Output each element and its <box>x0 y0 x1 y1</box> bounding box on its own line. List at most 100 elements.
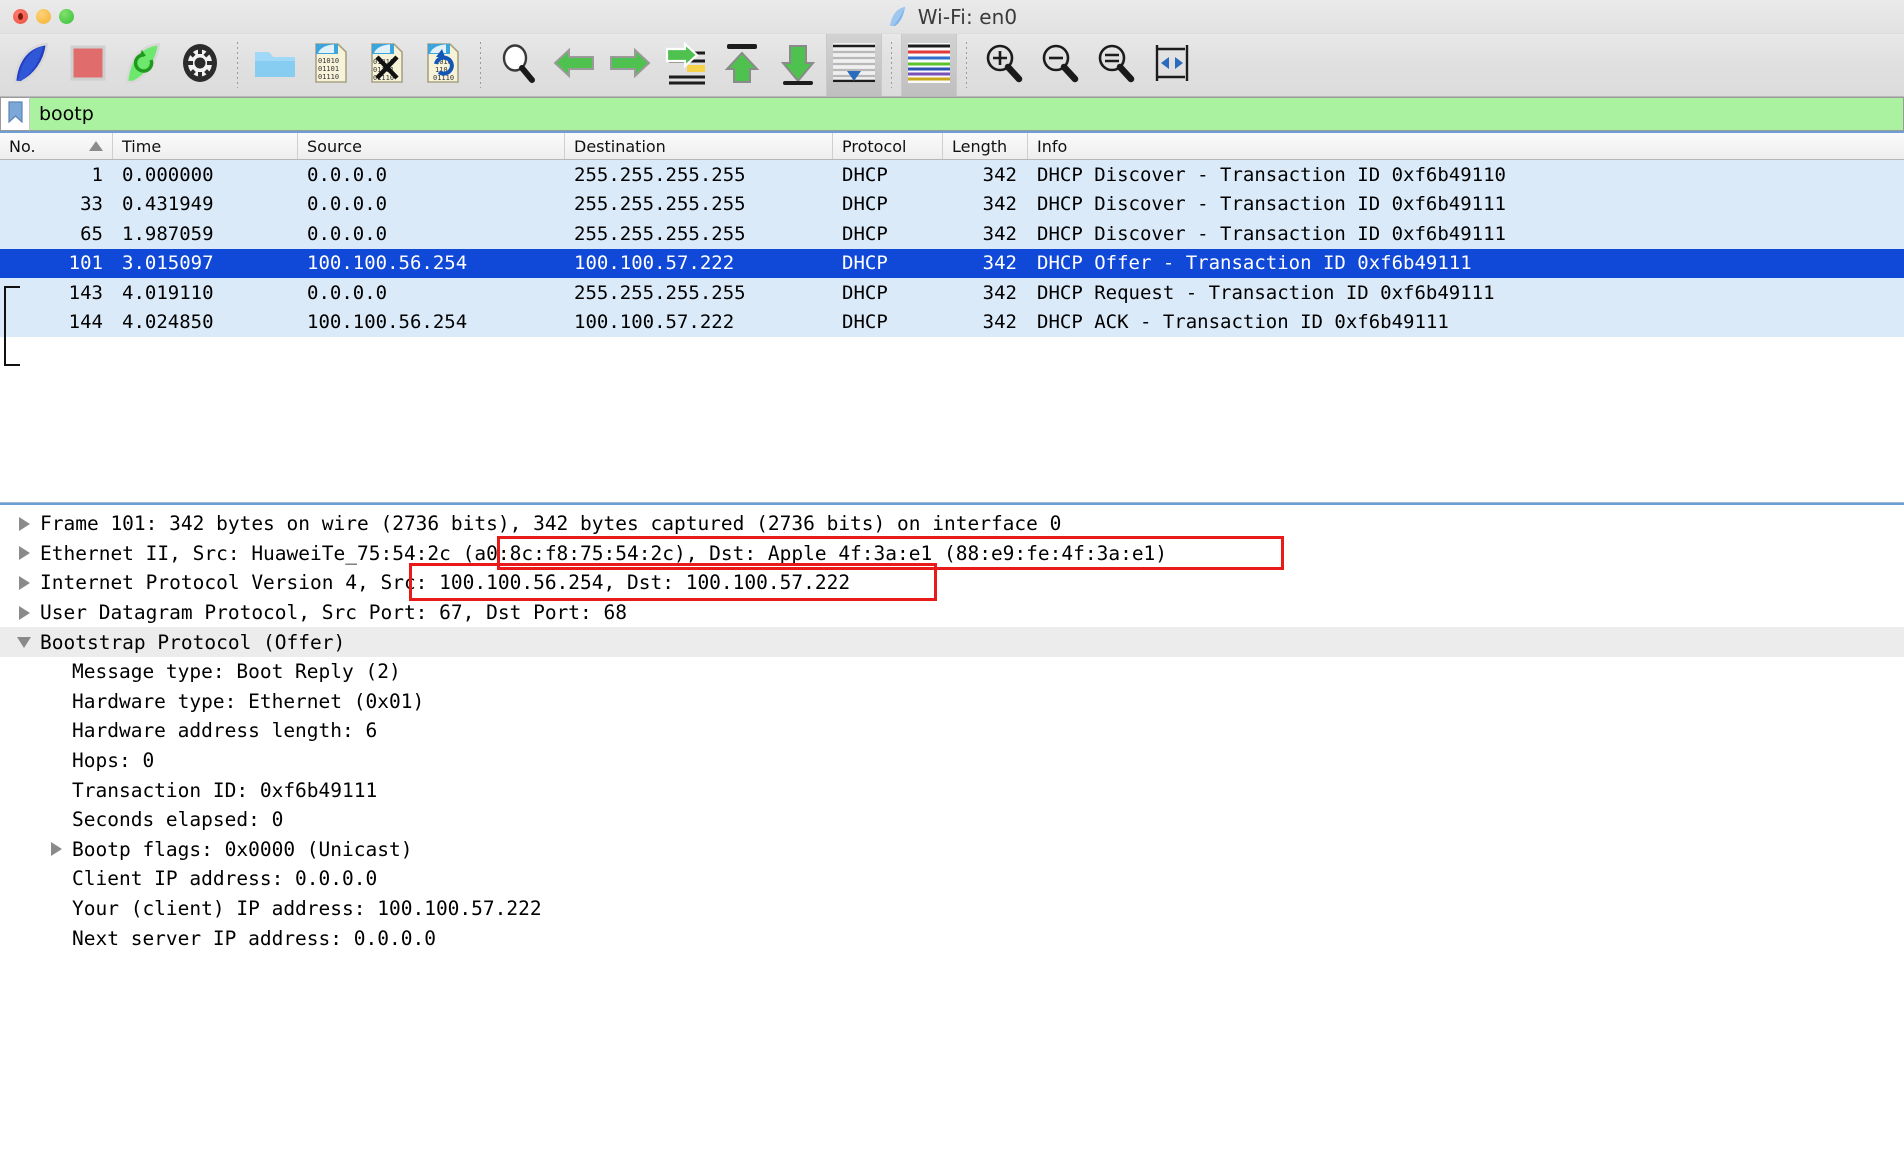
detail-tree-item[interactable]: Hardware address length: 6 <box>0 716 1904 746</box>
gear-icon <box>180 42 220 88</box>
open-file-button[interactable] <box>247 39 303 91</box>
resize-columns-button[interactable] <box>1144 39 1200 91</box>
svg-text:01110: 01110 <box>318 73 339 81</box>
cell-protocol: DHCP <box>833 223 943 245</box>
detail-tree-item[interactable]: Internet Protocol Version 4, Src: 100.10… <box>0 568 1904 598</box>
zoom-in-button[interactable] <box>976 39 1032 91</box>
table-row[interactable]: 1013.015097100.100.56.254100.100.57.222D… <box>0 249 1904 279</box>
column-label-destination: Destination <box>574 137 666 156</box>
display-filter-input[interactable]: bootp <box>29 97 1904 131</box>
minimize-button[interactable] <box>36 9 51 24</box>
detail-tree-item[interactable]: Seconds elapsed: 0 <box>0 805 1904 835</box>
restart-capture-button[interactable] <box>116 39 172 91</box>
cell-protocol: DHCP <box>833 193 943 215</box>
column-header-time[interactable]: Time <box>113 133 298 159</box>
detail-tree-item[interactable]: Next server IP address: 0.0.0.0 <box>0 923 1904 953</box>
cell-info: DHCP Offer - Transaction ID 0xf6b49111 <box>1028 252 1904 274</box>
chevron-right-icon[interactable] <box>14 517 34 531</box>
wireshark-window: Wi-Fi: en0 <box>0 0 1904 1156</box>
detail-tree-item[interactable]: Frame 101: 342 bytes on wire (2736 bits)… <box>0 509 1904 539</box>
detail-tree-item[interactable]: Bootp flags: 0x0000 (Unicast) <box>0 835 1904 865</box>
table-row[interactable]: 651.9870590.0.0.0255.255.255.255DHCP342D… <box>0 219 1904 249</box>
go-back-button[interactable] <box>546 39 602 91</box>
column-header-destination[interactable]: Destination <box>565 133 833 159</box>
zoom-reset-button[interactable] <box>1088 39 1144 91</box>
column-label-length: Length <box>952 137 1007 156</box>
cell-time: 4.019110 <box>113 282 298 304</box>
stop-square-icon <box>68 42 108 88</box>
detail-tree-item[interactable]: User Datagram Protocol, Src Port: 67, Ds… <box>0 598 1904 628</box>
packet-list-body: 10.0000000.0.0.0255.255.255.255DHCP342DH… <box>0 160 1904 502</box>
related-packets-bracket <box>4 286 20 366</box>
detail-tree-item[interactable]: Your (client) IP address: 100.100.57.222 <box>0 894 1904 924</box>
go-to-first-button[interactable] <box>714 39 770 91</box>
auto-scroll-button[interactable] <box>826 34 882 96</box>
detail-tree-label: Hardware address length: 6 <box>72 719 377 742</box>
column-header-no[interactable]: No. <box>0 133 113 159</box>
cell-info: DHCP Request - Transaction ID 0xf6b49111 <box>1028 282 1904 304</box>
filter-bookmark-button[interactable] <box>0 97 29 131</box>
table-row[interactable]: 1434.0191100.0.0.0255.255.255.255DHCP342… <box>0 278 1904 308</box>
packet-list: No. Time Source Destination Protocol Len… <box>0 133 1904 503</box>
detail-tree-item[interactable]: Hardware type: Ethernet (0x01) <box>0 687 1904 717</box>
chevron-right-icon[interactable] <box>14 546 34 560</box>
column-header-length[interactable]: Length <box>943 133 1028 159</box>
column-header-source[interactable]: Source <box>298 133 565 159</box>
chevron-right-icon[interactable] <box>14 576 34 590</box>
cell-time: 4.024850 <box>113 311 298 333</box>
cell-info: DHCP Discover - Transaction ID 0xf6b4911… <box>1028 223 1904 245</box>
start-capture-button[interactable] <box>4 39 60 91</box>
column-label-protocol: Protocol <box>842 137 906 156</box>
maximize-button[interactable] <box>59 9 74 24</box>
cell-no: 65 <box>0 223 113 245</box>
zoom-reset-icon <box>1095 42 1137 88</box>
goto-packet-icon <box>663 41 709 89</box>
cell-source: 0.0.0.0 <box>298 164 565 186</box>
colorize-button[interactable] <box>901 34 957 96</box>
toolbar-separator-4 <box>966 42 967 88</box>
cell-length: 342 <box>943 164 1028 186</box>
chevron-right-icon[interactable] <box>14 606 34 620</box>
go-forward-button[interactable] <box>602 39 658 91</box>
detail-tree-label: Ethernet II, Src: HuaweiTe_75:54:2c (a0:… <box>40 542 1167 565</box>
packet-details-pane: Frame 101: 342 bytes on wire (2736 bits)… <box>0 503 1904 1156</box>
close-file-button[interactable]: 01010 01101 01110 <box>359 39 415 91</box>
detail-tree-item[interactable]: Bootstrap Protocol (Offer) <box>0 627 1904 657</box>
cell-info: DHCP Discover - Transaction ID 0xf6b4911… <box>1028 193 1904 215</box>
svg-text:01110: 01110 <box>373 74 394 82</box>
find-packet-button[interactable] <box>490 39 546 91</box>
cell-time: 0.000000 <box>113 164 298 186</box>
table-row[interactable]: 330.4319490.0.0.0255.255.255.255DHCP342D… <box>0 190 1904 220</box>
column-header-protocol[interactable]: Protocol <box>833 133 943 159</box>
detail-tree-item[interactable]: Client IP address: 0.0.0.0 <box>0 864 1904 894</box>
detail-tree-label: Seconds elapsed: 0 <box>72 808 283 831</box>
svg-text:01010: 01010 <box>318 57 339 65</box>
table-row[interactable]: 1444.024850100.100.56.254100.100.57.222D… <box>0 308 1904 338</box>
cell-no: 33 <box>0 193 113 215</box>
wireshark-fin-icon <box>887 6 909 28</box>
detail-tree-label: Next server IP address: 0.0.0.0 <box>72 927 436 950</box>
close-button[interactable] <box>13 9 28 24</box>
cell-protocol: DHCP <box>833 252 943 274</box>
cell-destination: 255.255.255.255 <box>565 282 833 304</box>
detail-tree-item[interactable]: Message type: Boot Reply (2) <box>0 657 1904 687</box>
save-file-button[interactable]: 01010 01101 01110 <box>303 39 359 91</box>
arrow-up-first-icon <box>721 41 763 89</box>
capture-options-button[interactable] <box>172 39 228 91</box>
zoom-out-button[interactable] <box>1032 39 1088 91</box>
stop-capture-button[interactable] <box>60 39 116 91</box>
reload-file-button[interactable]: 1010 110 01110 <box>415 39 471 91</box>
detail-tree-item[interactable]: Transaction ID: 0xf6b49111 <box>0 775 1904 805</box>
table-row[interactable]: 10.0000000.0.0.0255.255.255.255DHCP342DH… <box>0 160 1904 190</box>
main-toolbar: 01010 01101 01110 01010 01101 01110 <box>0 34 1904 97</box>
go-to-packet-button[interactable] <box>658 39 714 91</box>
cell-info: DHCP Discover - Transaction ID 0xf6b4911… <box>1028 164 1904 186</box>
cell-protocol: DHCP <box>833 164 943 186</box>
chevron-right-icon[interactable] <box>46 842 66 856</box>
detail-tree-item[interactable]: Hops: 0 <box>0 746 1904 776</box>
go-to-last-button[interactable] <box>770 39 826 91</box>
column-header-info[interactable]: Info <box>1028 133 1904 159</box>
zoom-in-icon <box>983 42 1025 88</box>
chevron-down-icon[interactable] <box>14 637 34 648</box>
detail-tree-item[interactable]: Ethernet II, Src: HuaweiTe_75:54:2c (a0:… <box>0 539 1904 569</box>
